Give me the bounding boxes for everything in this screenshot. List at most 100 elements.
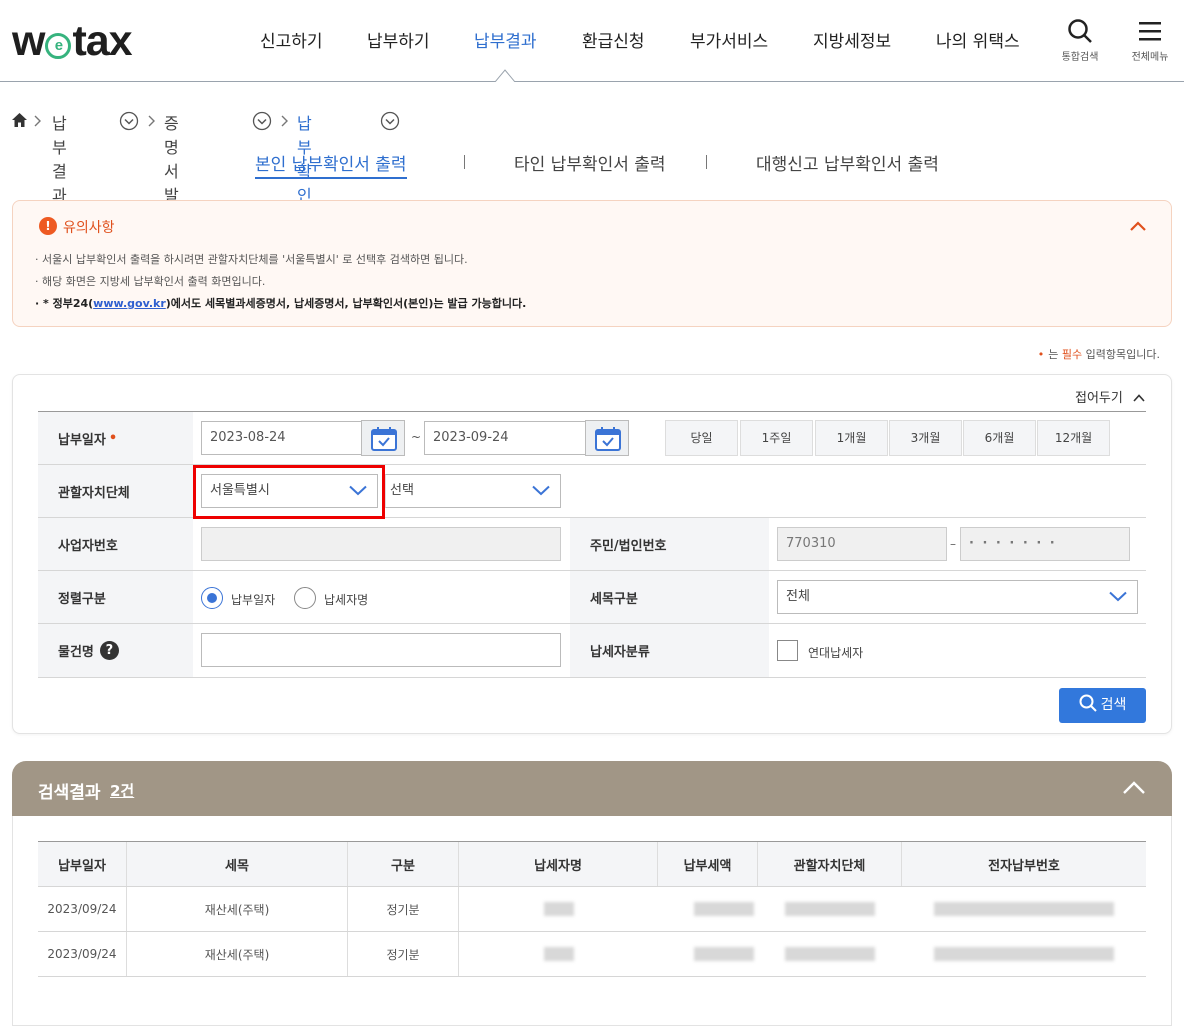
search-button[interactable]: 검색	[1059, 688, 1146, 723]
chevron-down-circle-icon[interactable]	[252, 111, 272, 131]
col-type: 구분	[348, 842, 459, 886]
menu-refund[interactable]: 환급신청	[582, 27, 645, 52]
col-tax-item: 세목	[127, 842, 348, 886]
redacted-epay-no	[934, 947, 1114, 961]
tax-item-label: 세목구분	[570, 571, 769, 623]
taxpayer-type-label: 납세자분류	[570, 624, 769, 677]
col-taxpayer: 납세자명	[459, 842, 658, 886]
calendar-icon	[595, 427, 621, 451]
sort-name-radio[interactable]	[294, 587, 316, 609]
chevron-down-circle-icon[interactable]	[119, 111, 139, 131]
notice-line: · 서울시 납부확인서 출력을 하시려면 관할자치단체를 '서울특별시' 로 선…	[35, 253, 468, 266]
tab-agent-confirmation[interactable]: 대행신고 납부확인서 출력	[756, 150, 939, 175]
results-count[interactable]: 2건	[110, 780, 134, 801]
chevron-right-icon	[34, 115, 41, 127]
results-header: 검색결과 2건	[12, 761, 1172, 816]
results-title: 검색결과	[38, 783, 101, 803]
tab-self-confirmation[interactable]: 본인 납부확인서 출력	[255, 150, 407, 179]
joint-taxpayer-label: 연대납세자	[808, 646, 864, 660]
menu-extra-services[interactable]: 부가서비스	[690, 27, 768, 52]
resident-dash: –	[950, 537, 956, 551]
tax-item-select[interactable]: 전체	[777, 580, 1138, 614]
joint-taxpayer-checkbox[interactable]	[777, 640, 798, 661]
redacted-region	[785, 902, 875, 916]
unified-search-button[interactable]: 통합검색	[1052, 18, 1108, 63]
chevron-down-icon	[349, 485, 367, 496]
region-select[interactable]: 서울특별시	[201, 474, 378, 508]
date-from-input[interactable]: 2023-08-24	[201, 421, 362, 455]
fold-button[interactable]: 접어두기	[1075, 387, 1145, 406]
chevron-up-icon[interactable]	[1122, 780, 1146, 795]
tab-other-confirmation[interactable]: 타인 납부확인서 출력	[514, 150, 666, 175]
period-12month-button[interactable]: 12개월	[1037, 420, 1110, 456]
col-pay-date: 납부일자	[38, 842, 127, 886]
item-name-input[interactable]	[201, 633, 561, 667]
resident-back-input[interactable]: · · · · · · ·	[960, 527, 1130, 561]
period-1week-button[interactable]: 1주일	[740, 420, 813, 456]
bizno-input[interactable]	[201, 527, 561, 561]
chevron-down-icon	[532, 485, 550, 496]
search-icon	[1068, 19, 1092, 43]
period-3month-button[interactable]: 3개월	[889, 420, 962, 456]
period-today-button[interactable]: 당일	[665, 420, 738, 456]
help-icon[interactable]: ?	[99, 641, 119, 660]
notice-box: ! 유의사항 · 서울시 납부확인서 출력을 하시려면 관할자치단체를 '서울특…	[12, 200, 1172, 327]
table-row-line	[38, 976, 1146, 977]
region-label: 관할자치단체	[38, 465, 193, 517]
form-top-border	[38, 411, 1146, 412]
chevron-right-icon	[281, 115, 288, 127]
chevron-right-icon	[148, 115, 155, 127]
pay-date-label: 납부일자 •	[38, 412, 193, 464]
calendar-icon	[371, 427, 397, 451]
notice-title: 유의사항	[63, 220, 115, 236]
col-epay-no: 전자납부번호	[902, 842, 1146, 886]
date-tilde: ~	[411, 430, 422, 444]
col-amount: 납부세액	[658, 842, 758, 886]
hamburger-icon	[1139, 22, 1161, 41]
breadcrumb-payment-result[interactable]: 납부결과	[52, 110, 67, 206]
required-note: • 는 필수 입력항목입니다.	[1037, 348, 1160, 361]
notice-line: · * 정부24(www.gov.kr)에서도 세목별과세증명서, 납세증명서,…	[35, 297, 527, 310]
item-name-label: 물건명 ?	[38, 624, 193, 677]
sort-name-label: 납세자명	[324, 593, 369, 607]
calendar-button[interactable]	[585, 420, 629, 456]
wetax-logo[interactable]: w e tax	[12, 18, 133, 64]
active-menu-caret-icon	[495, 69, 515, 82]
period-6month-button[interactable]: 6개월	[963, 420, 1036, 456]
redacted-taxpayer	[544, 947, 574, 961]
chevron-up-icon	[1133, 394, 1145, 402]
search-icon	[1079, 694, 1097, 712]
redacted-region	[785, 947, 875, 961]
home-icon[interactable]	[12, 113, 27, 127]
menu-report[interactable]: 신고하기	[260, 27, 323, 52]
menu-my-wetax[interactable]: 나의 위택스	[936, 27, 1020, 52]
chevron-down-circle-icon[interactable]	[380, 111, 400, 131]
bizno-label: 사업자번호	[38, 518, 193, 570]
sort-paydate-radio[interactable]	[201, 587, 223, 609]
calendar-button[interactable]	[361, 420, 405, 456]
form-row-line	[38, 677, 1146, 678]
period-1month-button[interactable]: 1개월	[815, 420, 888, 456]
chevron-down-icon	[1109, 591, 1127, 602]
gov24-link[interactable]: www.gov.kr	[93, 297, 166, 310]
menu-payment[interactable]: 납부하기	[367, 27, 430, 52]
chevron-up-icon[interactable]	[1129, 220, 1147, 232]
tab-divider	[464, 155, 465, 169]
region-sub-select[interactable]: 선택	[385, 474, 561, 508]
menu-local-tax-info[interactable]: 지방세정보	[813, 27, 891, 52]
redacted-taxpayer	[544, 902, 574, 916]
redacted-amount	[694, 902, 754, 916]
sort-label: 정렬구분	[38, 571, 193, 623]
header: w e tax 신고하기 납부하기 납부결과 환급신청 부가서비스 지방세정보 나의…	[0, 0, 1184, 82]
resident-no-label: 주민/법인번호	[570, 518, 769, 570]
tab-divider	[706, 155, 707, 169]
all-menu-button[interactable]: 전체메뉴	[1122, 18, 1178, 63]
resident-front-input[interactable]: 770310	[777, 527, 947, 561]
exclamation-icon: !	[39, 217, 57, 235]
sort-paydate-label: 납부일자	[231, 593, 276, 607]
menu-payment-result[interactable]: 납부결과	[474, 27, 537, 52]
notice-line: · 해당 화면은 지방세 납부확인서 출력 화면입니다.	[35, 275, 266, 288]
redacted-amount	[694, 947, 754, 961]
date-to-input[interactable]: 2023-09-24	[424, 421, 586, 455]
redacted-epay-no	[934, 902, 1114, 916]
